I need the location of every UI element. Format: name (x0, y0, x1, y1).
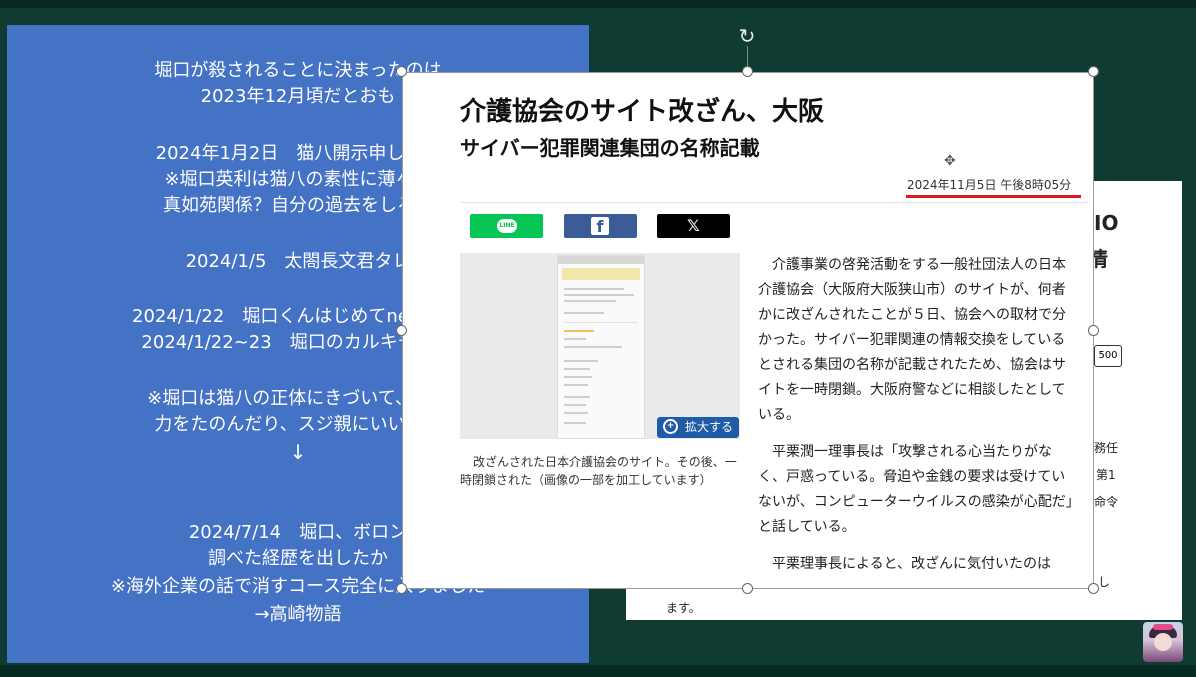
site-header (562, 268, 640, 280)
text-row (564, 422, 586, 424)
article-paragraph: 介護事業の啓発活動をする一般社団法人の日本介護協会（大阪府大阪狭山市）のサイトが… (758, 257, 1066, 423)
article-paragraph: 平栗理事長によると、改ざんに気付いたのは (772, 556, 1052, 572)
text-row (564, 360, 598, 362)
text-row (564, 368, 590, 370)
text-row (564, 288, 624, 290)
resize-handle-right[interactable] (1088, 325, 1099, 336)
fragment-text: 第1 (1096, 468, 1116, 482)
zoom-button[interactable]: + 拡大する (657, 417, 739, 438)
article-image[interactable]: 介護協会のサイト改ざん、大阪 サイバー犯罪関連集団の名称記載 2024年11月5… (402, 72, 1094, 589)
text-row (564, 412, 588, 414)
resize-handle-top-right[interactable] (1088, 66, 1099, 77)
fragment-text: 務任 (1094, 441, 1119, 455)
text-row (564, 338, 586, 340)
resize-handle-bottom[interactable] (742, 583, 753, 594)
resize-handle-top-left[interactable] (396, 66, 407, 77)
fragment-text: IO (1094, 211, 1119, 235)
text-row (564, 346, 622, 348)
facebook-icon: f (591, 217, 609, 236)
fragment-text: し (1098, 575, 1111, 589)
line-share-button[interactable]: LINE (470, 214, 543, 238)
x-icon: 𝕏 (687, 216, 700, 235)
fragment-box: 500 (1094, 345, 1122, 367)
text-row (564, 312, 604, 314)
line-icon: LINE (497, 219, 517, 233)
site-screenshot (557, 255, 645, 439)
fragment-text: ます。 (666, 601, 701, 615)
text-row (564, 330, 594, 332)
move-cursor-icon: ✥ (944, 153, 956, 169)
resize-handle-top[interactable] (742, 66, 753, 77)
article-body: 介護事業の啓発活動をする一般社団法人の日本介護協会（大阪府大阪狭山市）のサイトが… (758, 253, 1078, 589)
slide-line: →高崎物語 (254, 604, 342, 625)
avatar-face (1154, 633, 1172, 651)
fragment-text: 命令 (1094, 495, 1119, 509)
zoom-icon: + (663, 419, 678, 434)
rotate-icon[interactable]: ↻ (736, 25, 758, 47)
x-share-button[interactable]: 𝕏 (657, 214, 730, 238)
phone-status-bar (558, 256, 644, 264)
article-date: 2024年11月5日 午後8時05分 (907, 178, 1072, 192)
divider (460, 202, 1088, 203)
text-row (564, 396, 590, 398)
avatar-hat (1153, 624, 1173, 630)
text-row (564, 384, 588, 386)
red-underline-annotation (906, 195, 1081, 198)
resize-handle-left[interactable] (396, 325, 407, 336)
text-row (564, 294, 634, 296)
separator (564, 322, 638, 323)
text-row (564, 404, 586, 406)
photo-caption: 改ざんされた日本介護協会のサイト。その後、一時閉鎖された（画像の一部を加工してい… (460, 455, 737, 487)
avatar (1143, 622, 1183, 662)
article-paragraph: 平栗潤一理事長は「攻撃される心当たりがなく、戸惑っている。脅迫や金銭の要求は受け… (758, 444, 1073, 535)
article-subtitle: サイバー犯罪関連集団の名称記載 (460, 136, 760, 160)
zoom-label: 拡大する (685, 420, 734, 434)
facebook-share-button[interactable]: f (564, 214, 637, 238)
window-top-frame (0, 0, 1196, 8)
text-row (564, 376, 592, 378)
resize-handle-bottom-right[interactable] (1088, 583, 1099, 594)
article-title: 介護協会のサイト改ざん、大阪 (460, 97, 825, 127)
window-bottom-frame (0, 665, 1196, 677)
resize-handle-bottom-left[interactable] (396, 583, 407, 594)
article-photo[interactable]: + 拡大する (460, 253, 740, 439)
text-row (564, 300, 616, 302)
